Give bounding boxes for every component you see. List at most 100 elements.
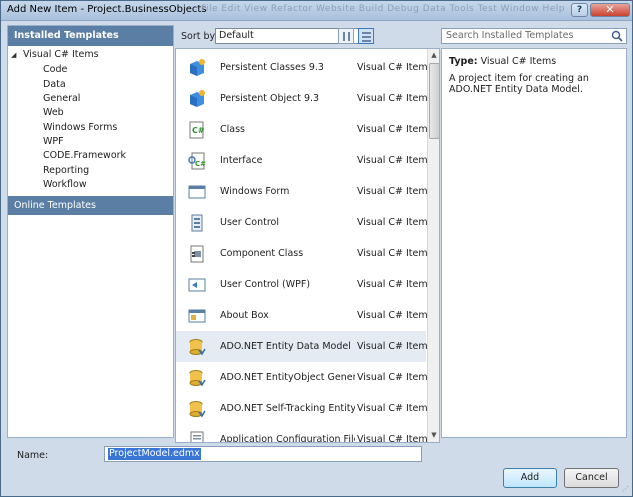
tree-item-wpf[interactable]: WPF <box>43 136 64 147</box>
template-row[interactable]: Component Class Visual C# Items <box>176 238 433 269</box>
search-installed-templates-input[interactable]: Search Installed Templates <box>441 28 627 44</box>
template-category: Visual C# Items <box>357 248 433 259</box>
tree-item-general[interactable]: General <box>43 93 80 104</box>
entityobject-generator-icon <box>189 370 206 387</box>
close-button[interactable]: ✕ <box>590 3 630 17</box>
template-row[interactable]: C# Class Visual C# Items <box>176 114 433 145</box>
class-icon: C# <box>189 121 205 139</box>
template-category: Visual C# Items <box>357 62 433 73</box>
template-row[interactable]: Windows Form Visual C# Items <box>176 176 433 207</box>
user-control-icon <box>191 214 203 232</box>
template-list[interactable]: Persistent Classes 9.3 Visual C# Items P… <box>175 48 440 443</box>
sort-toolbar: Sort by: Default ▼ <box>175 25 434 47</box>
template-category: Visual C# Items <box>357 403 433 414</box>
component-class-icon <box>190 245 204 263</box>
template-name: User Control (WPF) <box>220 279 311 290</box>
template-row[interactable]: C# Interface Visual C# Items <box>176 145 433 176</box>
template-row[interactable]: ADO.NET Self-Tracking Entity Ge... Visua… <box>176 393 433 424</box>
name-input[interactable]: ProjectModel.edmx <box>104 446 422 462</box>
template-row[interactable]: Application Configuration File Visual C#… <box>176 424 433 443</box>
scrollbar-thumb[interactable] <box>429 63 439 139</box>
template-row-selected[interactable]: ADO.NET Entity Data Model Visual C# Item… <box>176 331 433 362</box>
add-button[interactable]: Add <box>503 468 557 488</box>
online-templates-item[interactable]: Online Templates <box>8 196 173 215</box>
sort-by-label: Sort by: <box>181 31 218 42</box>
small-icons-view-button[interactable] <box>338 28 354 44</box>
template-name: Component Class <box>220 248 304 259</box>
template-description: A project item for creating an ADO.NET E… <box>449 73 589 95</box>
add-new-item-dialog: Add New Item - Project.BusinessObjects F… <box>0 0 633 497</box>
tree-item-web[interactable]: Web <box>43 107 64 118</box>
config-file-icon <box>190 431 204 442</box>
template-name: Class <box>220 124 245 135</box>
scroll-up-arrow-icon[interactable]: ▲ <box>428 49 439 62</box>
cancel-button[interactable]: Cancel <box>564 468 619 488</box>
help-button[interactable]: ? <box>571 3 588 17</box>
template-category: Visual C# Items <box>357 186 433 197</box>
svg-text:C#: C# <box>192 126 205 135</box>
template-name: ADO.NET EntityObject Generator <box>220 372 355 383</box>
tree-item-windows-forms[interactable]: Windows Forms <box>43 122 117 133</box>
template-category: Visual C# Items <box>357 155 433 166</box>
template-category: Visual C# Items <box>357 372 433 383</box>
svg-text:C#: C# <box>195 160 206 168</box>
interface-icon: C# <box>188 152 206 170</box>
scroll-down-arrow-icon[interactable]: ▼ <box>428 429 439 442</box>
tree-item-code-framework[interactable]: CODE.Framework <box>43 150 126 161</box>
search-placeholder: Search Installed Templates <box>446 30 574 41</box>
persistent-classes-icon <box>190 59 205 76</box>
background-menu-bar: File Edit View Refactor Website Build De… <box>201 4 566 14</box>
template-row[interactable]: User Control Visual C# Items <box>176 207 433 238</box>
name-label: Name: <box>17 450 49 461</box>
template-category: Visual C# Items <box>357 341 433 352</box>
type-label: Type: <box>449 56 478 67</box>
tree-root-visual-csharp-items[interactable]: ◢ Visual C# Items <box>11 49 99 60</box>
resize-grip-icon[interactable]: ⋰ <box>622 485 629 493</box>
sort-by-value: Default <box>219 30 254 41</box>
template-row[interactable]: About Box Visual C# Items <box>176 300 433 331</box>
template-category: Visual C# Items <box>357 434 433 443</box>
installed-templates-header[interactable]: Installed Templates <box>8 26 173 46</box>
entity-data-model-icon <box>189 339 206 356</box>
template-name: About Box <box>220 310 269 321</box>
template-name: ADO.NET Self-Tracking Entity Ge... <box>220 403 355 414</box>
template-category: Visual C# Items <box>357 93 433 104</box>
window-title: Add New Item - Project.BusinessObjects <box>7 4 207 15</box>
template-details-pane: Type: Visual C# Items A project item for… <box>441 48 627 438</box>
template-category: Visual C# Items <box>357 310 433 321</box>
tree-root-label: Visual C# Items <box>23 49 99 60</box>
search-icon[interactable] <box>611 30 623 42</box>
tree-item-reporting[interactable]: Reporting <box>43 165 89 176</box>
template-list-scrollbar[interactable]: ▲ ▼ <box>427 49 439 442</box>
template-categories-pane: Installed Templates ◢ Visual C# Items Cod… <box>7 25 174 438</box>
type-value: Visual C# Items <box>480 56 557 67</box>
template-name: Interface <box>220 155 263 166</box>
template-name: Persistent Object 9.3 <box>220 93 320 104</box>
template-name: ADO.NET Entity Data Model <box>220 341 351 352</box>
tree-item-code[interactable]: Code <box>43 64 67 75</box>
windows-form-icon <box>188 185 206 199</box>
self-tracking-entity-icon <box>189 401 206 418</box>
template-category: Visual C# Items <box>357 124 433 135</box>
name-input-value: ProjectModel.edmx <box>108 448 201 460</box>
template-category: Visual C# Items <box>357 217 433 228</box>
dialog-button-bar: Add Cancel ⋰ <box>1 465 632 496</box>
title-bar[interactable]: Add New Item - Project.BusinessObjects F… <box>1 1 632 21</box>
template-category: Visual C# Items <box>357 279 433 290</box>
persistent-object-icon <box>190 90 205 107</box>
tree-item-workflow[interactable]: Workflow <box>43 179 87 190</box>
template-name: User Control <box>220 217 280 228</box>
about-box-icon <box>188 309 206 323</box>
template-row[interactable]: Persistent Object 9.3 Visual C# Items <box>176 83 433 114</box>
template-row[interactable]: ADO.NET EntityObject Generator Visual C#… <box>176 362 433 393</box>
template-name: Persistent Classes 9.3 <box>220 62 324 73</box>
template-type-line: Type: Visual C# Items <box>449 56 556 67</box>
expand-arrow-icon[interactable]: ◢ <box>11 51 23 59</box>
list-view-button[interactable] <box>358 28 374 44</box>
template-row[interactable]: User Control (WPF) Visual C# Items <box>176 269 433 300</box>
template-row[interactable]: Persistent Classes 9.3 Visual C# Items <box>176 52 433 83</box>
wpf-user-control-icon <box>188 278 206 292</box>
template-name: Windows Form <box>220 186 290 197</box>
tree-item-data[interactable]: Data <box>43 79 66 90</box>
template-name: Application Configuration File <box>220 434 355 443</box>
